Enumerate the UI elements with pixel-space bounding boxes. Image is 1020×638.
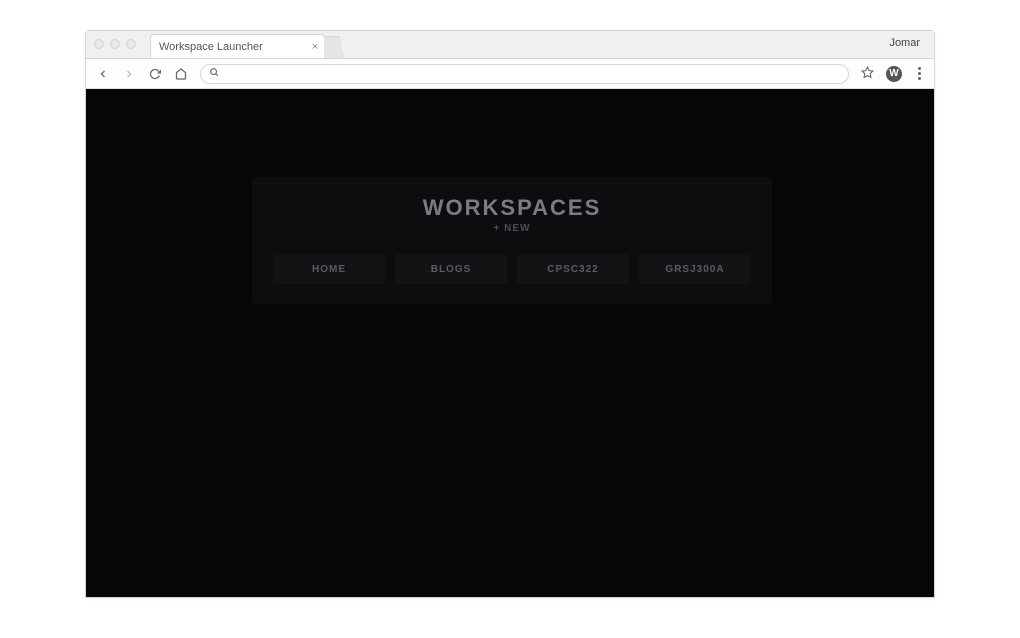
titlebar: Workspace Launcher × Jomar bbox=[86, 31, 934, 59]
back-button[interactable] bbox=[96, 67, 110, 81]
bookmark-button[interactable] bbox=[861, 66, 874, 82]
workspace-row: HOME BLOGS CPSC322 GRSJ300A bbox=[268, 254, 756, 284]
arrow-left-icon bbox=[97, 68, 109, 80]
workspace-button-home[interactable]: HOME bbox=[273, 254, 385, 284]
search-icon bbox=[209, 67, 219, 80]
profile-name[interactable]: Jomar bbox=[889, 37, 920, 49]
browser-window: Workspace Launcher × Jomar W bbox=[85, 30, 935, 598]
browser-menu-button[interactable] bbox=[914, 67, 924, 80]
window-maximize-icon[interactable] bbox=[126, 39, 136, 49]
home-button[interactable] bbox=[174, 67, 188, 81]
dot-icon bbox=[918, 72, 921, 75]
reload-icon bbox=[149, 68, 161, 80]
dot-icon bbox=[918, 77, 921, 80]
tab-close-icon[interactable]: × bbox=[312, 41, 318, 53]
reload-button[interactable] bbox=[148, 67, 162, 81]
star-icon bbox=[861, 66, 874, 79]
workspaces-panel: WORKSPACES + NEW HOME BLOGS CPSC322 GRSJ… bbox=[252, 177, 772, 304]
arrow-right-icon bbox=[123, 68, 135, 80]
window-minimize-icon[interactable] bbox=[110, 39, 120, 49]
workspace-button-cpsc322[interactable]: CPSC322 bbox=[517, 254, 629, 284]
page-viewport: WORKSPACES + NEW HOME BLOGS CPSC322 GRSJ… bbox=[86, 89, 934, 597]
new-tab-button[interactable] bbox=[324, 36, 344, 58]
address-bar[interactable] bbox=[200, 64, 849, 84]
home-icon bbox=[175, 68, 187, 80]
workspace-button-grsj300a[interactable]: GRSJ300A bbox=[639, 254, 751, 284]
forward-button[interactable] bbox=[122, 67, 136, 81]
workspace-button-blogs[interactable]: BLOGS bbox=[395, 254, 507, 284]
panel-title: WORKSPACES bbox=[268, 195, 756, 221]
new-workspace-button[interactable]: + NEW bbox=[268, 223, 756, 234]
browser-tab[interactable]: Workspace Launcher × bbox=[150, 34, 325, 58]
toolbar: W bbox=[86, 59, 934, 89]
dot-icon bbox=[918, 67, 921, 70]
window-controls bbox=[94, 39, 136, 49]
extension-badge[interactable]: W bbox=[886, 66, 902, 82]
tab-title: Workspace Launcher bbox=[159, 41, 263, 53]
window-close-icon[interactable] bbox=[94, 39, 104, 49]
